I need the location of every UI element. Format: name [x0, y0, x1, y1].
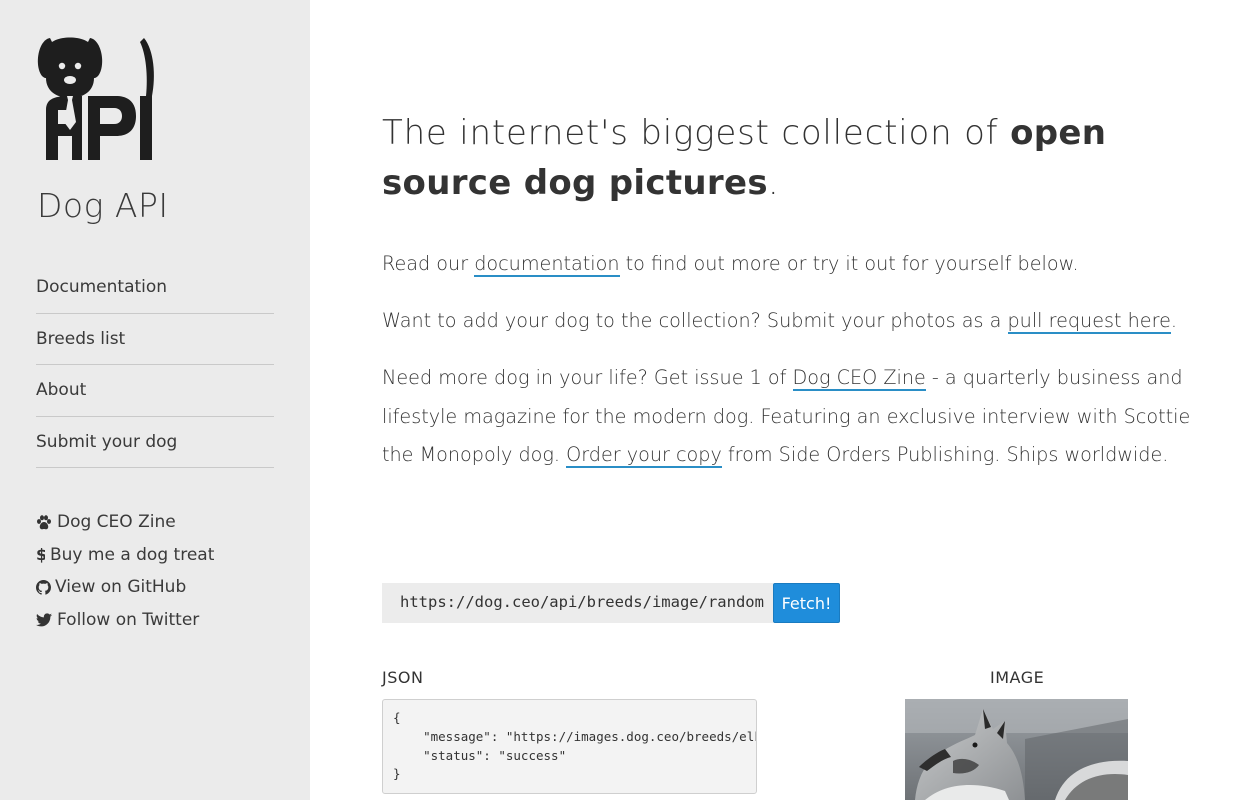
random-dog-image	[905, 699, 1128, 800]
follow-on-twitter-link[interactable]: Follow on Twitter	[36, 604, 214, 637]
docs-text-pre: Read our	[382, 252, 475, 275]
page-headline: The internet's biggest collection of ope…	[382, 108, 1202, 208]
zine-paragraph: Need more dog in your life? Get issue 1 …	[382, 359, 1212, 475]
dog-ceo-zine-link[interactable]: Dog CEO Zine	[36, 506, 214, 539]
fetch-button[interactable]: Fetch!	[773, 583, 840, 623]
json-label: JSON	[382, 668, 424, 687]
sidebar: Dog API Documentation Breeds list About …	[0, 0, 310, 800]
dog-ceo-zine-link-inline[interactable]: Dog CEO Zine	[792, 366, 926, 391]
extra-links: Dog CEO Zine $ Buy me a dog treat View o…	[36, 506, 214, 636]
view-on-github-label: View on GitHub	[55, 577, 187, 598]
paw-icon	[36, 514, 53, 530]
buy-dog-treat-link[interactable]: $ Buy me a dog treat	[36, 539, 214, 572]
headline-period: .	[767, 163, 780, 203]
twitter-icon	[36, 612, 53, 628]
submit-paragraph: Want to add your dog to the collection? …	[382, 302, 1212, 341]
nav-item-documentation[interactable]: Documentation	[36, 262, 274, 314]
view-on-github-link[interactable]: View on GitHub	[36, 571, 214, 604]
nav-item-submit-your-dog[interactable]: Submit your dog	[36, 417, 274, 468]
json-response-text: { "message": "https://images.dog.ceo/bre…	[393, 710, 757, 782]
zine-text-pre: Need more dog in your life? Get issue 1 …	[382, 366, 793, 389]
order-your-copy-link[interactable]: Order your copy	[566, 443, 722, 468]
sidebar-nav: Documentation Breeds list About Submit y…	[36, 262, 274, 468]
submit-text-post: .	[1170, 309, 1177, 332]
github-icon	[36, 579, 51, 595]
dog-api-logo-icon[interactable]	[36, 36, 156, 160]
submit-text-pre: Want to add your dog to the collection? …	[382, 309, 1008, 332]
image-label: IMAGE	[990, 668, 1045, 687]
headline-text: The internet's biggest collection of	[382, 113, 1011, 153]
documentation-link[interactable]: documentation	[474, 252, 620, 277]
dog-ceo-zine-label: Dog CEO Zine	[57, 512, 176, 533]
zine-text-post: from Side Orders Publishing. Ships world…	[721, 443, 1169, 466]
dollar-icon: $	[36, 546, 46, 563]
nav-item-about[interactable]: About	[36, 365, 274, 417]
docs-paragraph: Read our documentation to find out more …	[382, 245, 1212, 284]
buy-dog-treat-label: Buy me a dog treat	[50, 544, 215, 565]
nav-item-breeds-list[interactable]: Breeds list	[36, 314, 274, 365]
json-response-box[interactable]: { "message": "https://images.dog.ceo/bre…	[382, 699, 757, 794]
api-url-input[interactable]: https://dog.ceo/api/breeds/image/random	[382, 583, 773, 623]
pull-request-link[interactable]: pull request here	[1007, 309, 1171, 334]
api-fetch-row: https://dog.ceo/api/breeds/image/random …	[382, 583, 840, 623]
site-title[interactable]: Dog API	[37, 186, 169, 225]
svg-text:$: $	[36, 546, 45, 563]
follow-on-twitter-label: Follow on Twitter	[57, 609, 200, 630]
docs-text-post: to find out more or try it out for yours…	[619, 252, 1079, 275]
